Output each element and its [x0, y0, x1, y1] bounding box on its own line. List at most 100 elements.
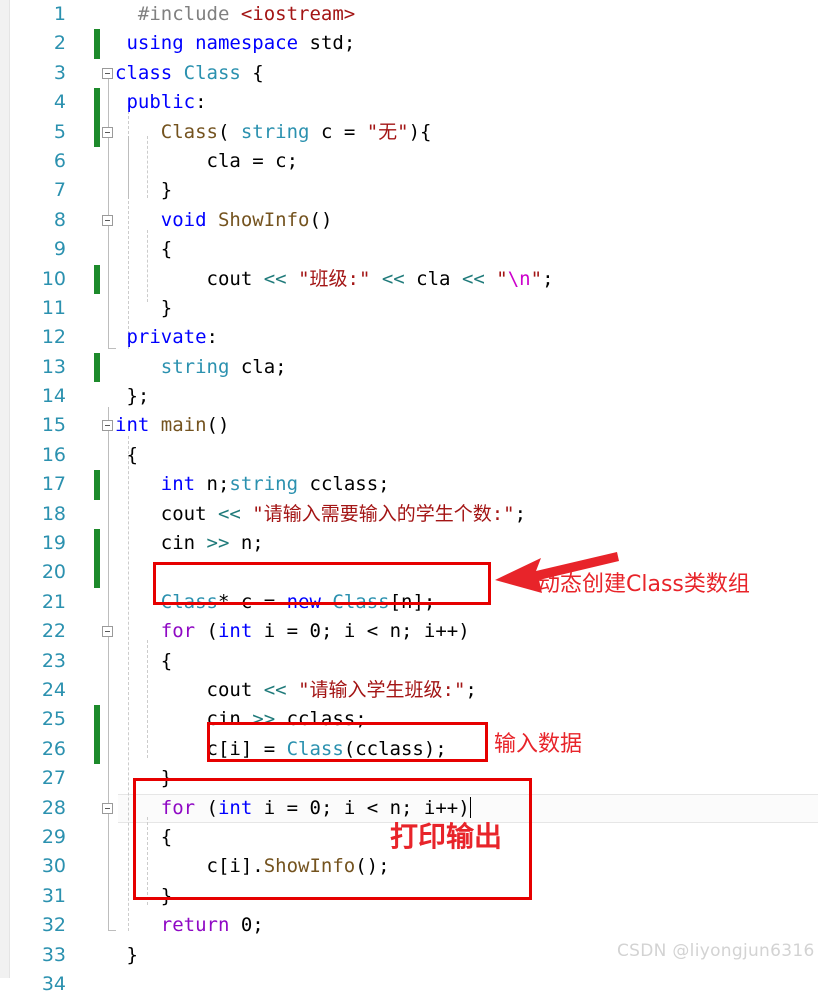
code-text: {: [115, 235, 172, 264]
token-pp: #include: [137, 3, 230, 25]
code-line[interactable]: 19 cin >> n;: [0, 529, 818, 559]
line-number: 26: [41, 737, 66, 760]
token-pl: c[i].: [115, 855, 264, 878]
code-text: string cla;: [115, 353, 287, 382]
token-pl: }: [115, 179, 173, 202]
change-bar: [94, 734, 100, 765]
code-line[interactable]: 27 }: [0, 764, 818, 793]
line-number: 16: [41, 443, 66, 466]
code-line[interactable]: 23 {: [0, 647, 818, 676]
code-line[interactable]: 30 c[i].ShowInfo();: [0, 852, 818, 881]
code-line[interactable]: 24 cout << "请输入学生班级:";: [0, 676, 818, 705]
code-line[interactable]: 25 cin >> cclass;: [0, 705, 818, 735]
code-line[interactable]: 18 cout << "请输入需要输入的学生个数:";: [0, 500, 818, 529]
code-text: for (int i = 0; i < n; i++): [115, 617, 470, 646]
code-line[interactable]: 12 private:: [0, 323, 818, 352]
token-pl: (): [309, 208, 333, 231]
token-fn: main: [160, 414, 207, 437]
token-pl: {: [115, 238, 173, 261]
code-line[interactable]: 14 };: [0, 382, 818, 411]
token-str: "无": [366, 120, 409, 143]
token-pl: cla = c;: [115, 149, 299, 172]
token-pl: [n];: [389, 590, 436, 613]
code-text: class Class {: [115, 59, 264, 88]
line-number: 17: [41, 473, 66, 496]
token-pl: cout: [115, 502, 218, 525]
line-number: 31: [41, 884, 66, 907]
line-number: 33: [41, 943, 66, 966]
code-line[interactable]: 6 cla = c;: [0, 147, 818, 176]
code-line[interactable]: 31 }: [0, 882, 818, 911]
change-bar: [94, 705, 100, 735]
code-line[interactable]: 32 return 0;: [0, 911, 818, 940]
code-line[interactable]: 8 void ShowInfo(): [0, 206, 818, 235]
token-op: <<: [217, 502, 241, 525]
token-str: "班级:": [298, 267, 371, 290]
change-bar: [94, 529, 100, 559]
line-number: 12: [41, 326, 66, 349]
code-line[interactable]: 7 }: [0, 176, 818, 205]
token-kwc: for: [160, 620, 196, 643]
token-type: string: [160, 355, 230, 378]
code-line[interactable]: 15 int main(): [0, 411, 818, 440]
token-pl: }: [115, 943, 138, 966]
line-number: 6: [53, 149, 66, 172]
token-pl: cla: [404, 267, 462, 290]
fold-collapse-icon[interactable]: [102, 626, 113, 638]
code-text: cin >> cclass;: [115, 705, 367, 734]
code-line[interactable]: 4 public:: [0, 88, 818, 118]
token-op: >>: [206, 532, 230, 555]
code-text: cout << "请输入需要输入的学生个数:";: [115, 500, 526, 529]
token-pl: c[i] =: [115, 737, 287, 760]
line-number: 14: [41, 385, 66, 408]
token-str: "请输入需要输入的学生个数:": [252, 502, 515, 525]
structure-guide-class: [108, 77, 116, 349]
code-text: }: [115, 176, 172, 205]
fold-collapse-icon[interactable]: [102, 420, 113, 432]
code-line[interactable]: 1 #include <iostream>: [0, 0, 818, 29]
token-pl: }: [115, 884, 173, 907]
token-pl: {: [240, 61, 264, 84]
code-text: };: [115, 382, 149, 411]
token-type: Class: [286, 737, 344, 760]
code-line[interactable]: 16 {: [0, 441, 818, 470]
code-line[interactable]: 9 {: [0, 235, 818, 264]
line-number: 18: [41, 502, 66, 525]
code-line[interactable]: 3 class Class {: [0, 59, 818, 88]
line-number: 2: [53, 32, 66, 55]
code-editor[interactable]: 1 #include <iostream> 2 using namespace s…: [0, 0, 818, 995]
fold-collapse-icon[interactable]: [102, 126, 113, 138]
token-pl: ;: [514, 502, 527, 525]
code-line[interactable]: 11 }: [0, 294, 818, 323]
code-text: #include <iostream>: [115, 0, 355, 29]
token-kw: int: [217, 620, 253, 643]
code-text: cout << "班级:" << cla << "\n";: [115, 265, 554, 294]
code-line[interactable]: 13 string cla;: [0, 352, 818, 383]
code-line[interactable]: 2 using namespace std;: [0, 29, 818, 59]
code-line[interactable]: 17 int n;string cclass;: [0, 470, 818, 500]
token-pl: std;: [298, 32, 356, 55]
fold-collapse-icon[interactable]: [102, 67, 113, 79]
token-kw: class: [115, 61, 173, 84]
token-pl: cout: [115, 267, 264, 290]
code-line[interactable]: 34: [0, 970, 818, 999]
token-pl: n;: [229, 532, 264, 555]
fold-collapse-icon[interactable]: [102, 802, 113, 814]
line-number: 28: [41, 796, 66, 819]
code-line[interactable]: 22 for (int i = 0; i < n; i++): [0, 617, 818, 646]
code-line[interactable]: 10 cout << "班级:" << cla << "\n";: [0, 264, 818, 294]
code-text: cout << "请输入学生班级:";: [115, 676, 477, 705]
code-line[interactable]: 26 c[i] = Class(cclass);: [0, 734, 818, 765]
code-line[interactable]: 5 Class( string c = "无"){: [0, 117, 818, 147]
annotation-create-array-label: 动态创建Class类数组: [538, 572, 750, 597]
fold-collapse-icon[interactable]: [102, 214, 113, 226]
annotation-input-data-label: 输入数据: [494, 732, 583, 757]
